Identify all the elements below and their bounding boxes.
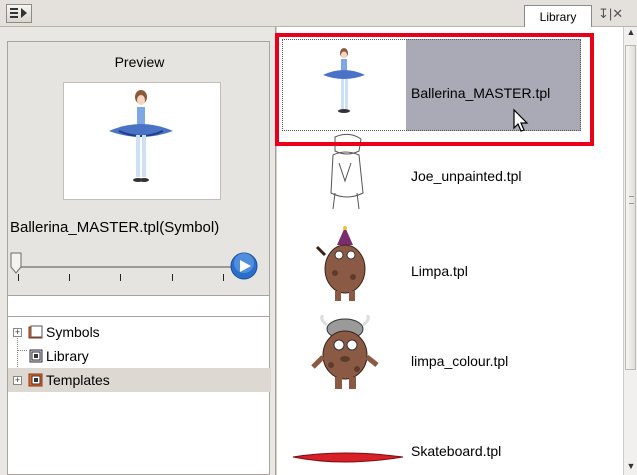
slider-tick (223, 274, 224, 281)
play-button[interactable] (230, 252, 258, 280)
tree-item-symbols[interactable]: + Symbols (8, 320, 271, 344)
library-tree: + Symbols Library + Templates (7, 317, 271, 475)
skateboard-thumbnail (292, 452, 404, 463)
grip-icon (629, 196, 634, 204)
panel-header: Library ↧|✕ (0, 0, 637, 27)
scroll-up-icon[interactable]: ▲ (624, 27, 637, 43)
cursor-icon (513, 108, 529, 132)
preview-title: Preview (114, 54, 165, 70)
tree-item-label: Symbols (46, 324, 100, 340)
tree-item-label: Templates (46, 372, 110, 388)
playback-slider-track[interactable] (15, 266, 237, 268)
panel-menu-button[interactable] (6, 4, 32, 23)
slider-tick (172, 274, 173, 281)
expand-icon[interactable]: + (13, 375, 22, 385)
scroll-down-icon[interactable]: ▼ (624, 461, 637, 475)
library-item-label: limpa_colour.tpl (411, 353, 509, 369)
library-item[interactable]: Limpa.tpl (277, 225, 623, 305)
library-item[interactable]: Skateboard.tpl (277, 405, 623, 475)
slider-tick (69, 274, 70, 281)
annotation-highlight (275, 33, 594, 146)
library-scrollbar[interactable]: ▲ ▼ (623, 27, 637, 475)
slider-tick (18, 274, 19, 281)
ballerina-thumbnail (109, 90, 173, 182)
templates-icon (28, 373, 43, 387)
panel-menu-icon (10, 8, 27, 18)
library-item-label: Skateboard.tpl (411, 443, 502, 459)
library-item-label: Joe_unpainted.tpl (411, 168, 522, 184)
limpa-colour-thumbnail (311, 315, 379, 389)
slider-tick (120, 274, 121, 281)
preview-panel: Preview Ballerina_MASTER.tpl(Symbol) (7, 41, 270, 309)
library-search-input[interactable] (7, 295, 270, 317)
tab-controls[interactable]: ↧|✕ (598, 6, 637, 26)
folder-icon (28, 325, 43, 339)
tree-item-label: Library (46, 348, 89, 364)
tree-item-templates[interactable]: + Templates (8, 368, 271, 392)
left-panel: Preview Ballerina_MASTER.tpl(Symbol) + S… (0, 27, 276, 475)
preview-image (63, 82, 221, 200)
tree-item-library[interactable]: Library (8, 344, 271, 368)
limpa-thumbnail (315, 226, 366, 301)
scroll-thumb[interactable] (625, 45, 636, 370)
library-item[interactable]: limpa_colour.tpl (277, 315, 623, 395)
preview-symbol-name: Ballerina_MASTER.tpl(Symbol) (10, 219, 220, 236)
playback-slider-handle[interactable] (10, 252, 22, 274)
library-item-label: Limpa.tpl (411, 263, 468, 279)
expand-icon[interactable]: + (13, 327, 22, 337)
tab-library[interactable]: Library (524, 5, 592, 27)
library-icon (29, 349, 43, 363)
